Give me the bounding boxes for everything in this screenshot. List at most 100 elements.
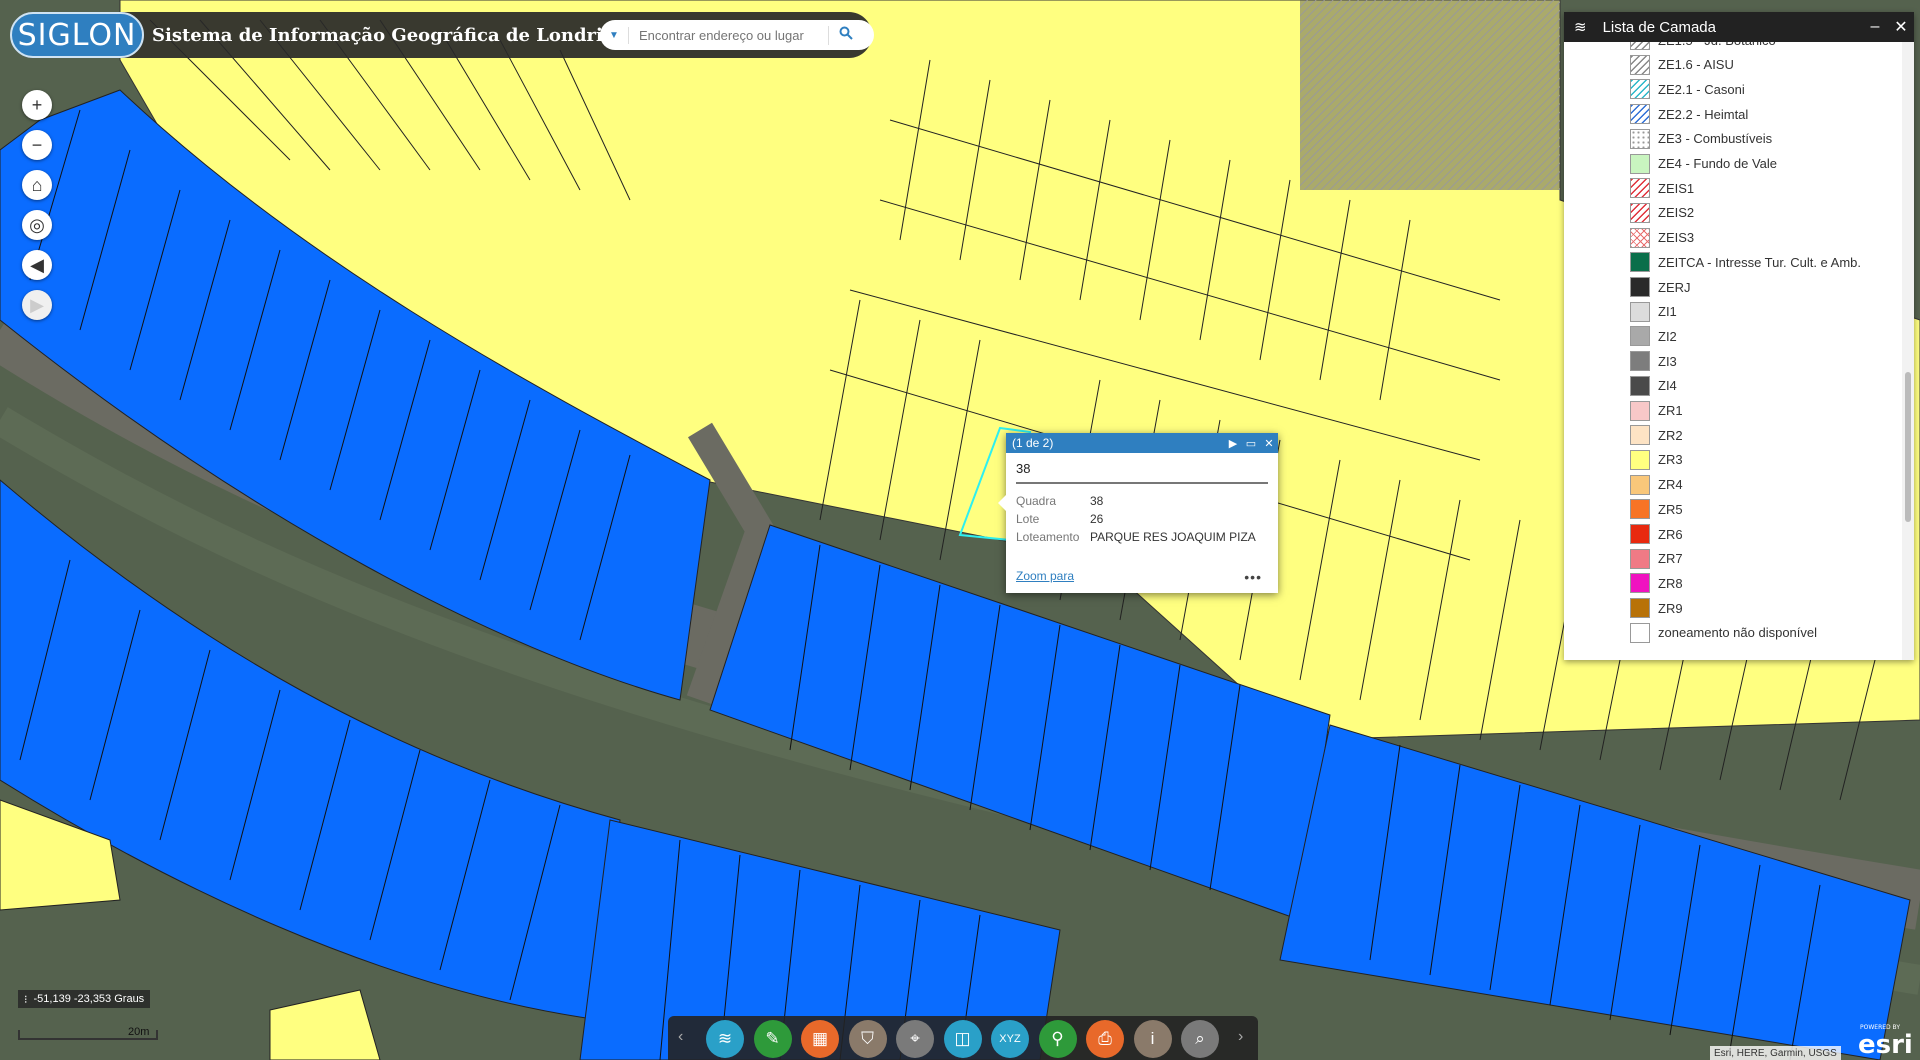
- layer-legend-item[interactable]: ZR7: [1630, 547, 1683, 571]
- coordinate-toggle-icon[interactable]: ⁝: [24, 993, 28, 1006]
- legend-swatch-icon: [1630, 178, 1650, 199]
- layer-legend-item[interactable]: ZI1: [1630, 300, 1677, 324]
- legend-swatch-icon: [1630, 252, 1650, 273]
- search-source-dropdown-icon[interactable]: ▼: [600, 30, 628, 41]
- measure-tool-button[interactable]: ✎: [753, 1020, 792, 1058]
- legend-label: ZE1.5 - Jd. Botânico: [1658, 42, 1776, 48]
- layer-legend-item[interactable]: ZI4: [1630, 374, 1677, 398]
- layer-list-title: Lista de Camada: [1602, 18, 1716, 36]
- query-tool-button[interactable]: ⌕: [1181, 1020, 1219, 1058]
- layer-legend-item[interactable]: ZE1.5 - Jd. Botânico: [1630, 42, 1776, 52]
- more-options-icon[interactable]: •••: [1244, 569, 1262, 585]
- legend-swatch-icon: [1630, 227, 1650, 248]
- xyz-icon: XYZ: [999, 1033, 1021, 1045]
- toolbar-prev-icon[interactable]: ‹: [678, 1028, 683, 1046]
- layer-legend-item[interactable]: ZR9: [1630, 596, 1683, 620]
- layer-legend-item[interactable]: ZI3: [1630, 349, 1677, 373]
- location-tool-button[interactable]: ⌖: [896, 1020, 934, 1058]
- legend-swatch-icon: [1630, 598, 1650, 619]
- legend-swatch-icon: [1630, 153, 1650, 174]
- attribute-key: Quadra: [1016, 494, 1057, 508]
- legend-label: ZEIS3: [1658, 230, 1695, 246]
- share-tool-button[interactable]: ⚲: [1038, 1020, 1077, 1058]
- legend-swatch-icon: [1630, 425, 1650, 446]
- zoom-to-link[interactable]: Zoom para: [1016, 569, 1074, 583]
- layers-icon: ≋: [1574, 19, 1587, 36]
- legend-label: ZEIS1: [1658, 180, 1695, 196]
- legend-label: ZE2.1 - Casoni: [1658, 81, 1745, 97]
- layer-legend-item[interactable]: ZR5: [1630, 497, 1683, 521]
- layer-legend-item[interactable]: ZI2: [1630, 324, 1677, 348]
- layer-legend-item[interactable]: ZEIS1: [1630, 176, 1694, 200]
- layer-legend-item[interactable]: ZEIS2: [1630, 201, 1694, 225]
- minimize-icon[interactable]: –: [1862, 18, 1888, 36]
- layer-legend-item[interactable]: ZR1: [1630, 399, 1683, 423]
- legend-label: ZI3: [1658, 353, 1677, 369]
- search-map-icon: ⌕: [1195, 1029, 1205, 1048]
- app-header: SIGLON Sistema de Informação Geográfica …: [10, 12, 874, 58]
- legend-label: ZR6: [1658, 526, 1683, 542]
- layer-legend-item[interactable]: ZEITCA - Intresse Tur. Cult. e Amb.: [1630, 250, 1861, 274]
- close-icon[interactable]: ✕: [1888, 17, 1914, 37]
- zoom-in-button[interactable]: +: [22, 90, 52, 120]
- layers-tool-button[interactable]: ≋: [706, 1020, 744, 1058]
- legend-swatch-icon: [1630, 104, 1650, 125]
- next-extent-button[interactable]: ▶: [22, 290, 52, 320]
- siglon-logo[interactable]: SIGLON: [10, 12, 144, 58]
- search-icon[interactable]: [828, 25, 862, 45]
- layer-list-panel: ≋ Lista de Camada – ✕ ZE1.5 - Jd. Botâni…: [1564, 12, 1914, 660]
- share-icon: ⚲: [1051, 1029, 1064, 1048]
- close-popup-icon[interactable]: ✕: [1260, 437, 1278, 450]
- layer-legend-item[interactable]: ZE1.6 - AISU: [1630, 53, 1734, 77]
- layer-legend-item[interactable]: ZR4: [1630, 473, 1683, 497]
- plus-icon: +: [31, 94, 43, 115]
- grid-icon: ▦: [811, 1029, 829, 1048]
- search-input[interactable]: [628, 26, 828, 44]
- layer-legend-item[interactable]: ZR6: [1630, 522, 1683, 546]
- swipe-tool-button[interactable]: ◫: [943, 1020, 982, 1058]
- locate-button[interactable]: ◎: [22, 210, 52, 240]
- info-tool-button[interactable]: i: [1133, 1020, 1172, 1058]
- layer-list-body: ZE1.5 - Jd. Botânico ZE1.6 - AISU ZE2.1 - …: [1564, 42, 1902, 660]
- legend-label: ZI4: [1658, 378, 1677, 394]
- legend-label: ZR2: [1658, 427, 1683, 443]
- layer-legend-item[interactable]: ZR3: [1630, 448, 1683, 472]
- legend-swatch-icon: [1630, 524, 1650, 544]
- filter-tool-button[interactable]: ⛉: [848, 1020, 887, 1058]
- legend-label: ZERJ: [1658, 279, 1691, 295]
- home-button[interactable]: ⌂: [22, 170, 52, 200]
- layer-legend-item[interactable]: ZEIS3: [1630, 226, 1694, 250]
- layer-legend-item[interactable]: ZE2.2 - Heimtal: [1630, 102, 1748, 126]
- esri-logo[interactable]: POWERED BY esri: [1856, 1024, 1920, 1060]
- basemap-tool-button[interactable]: ▦: [801, 1020, 839, 1058]
- pin-icon: ⌖: [910, 1029, 920, 1048]
- popup-pointer: [998, 495, 1006, 511]
- popup-title: 38: [1016, 461, 1268, 484]
- print-tool-button[interactable]: ⎙: [1086, 1020, 1124, 1058]
- layer-legend-item[interactable]: ZE3 - Combustíveis: [1630, 127, 1772, 151]
- legend-swatch-icon: [1630, 499, 1650, 520]
- layer-legend-item[interactable]: ZR8: [1630, 571, 1683, 595]
- legend-label: ZEITCA - Intresse Tur. Cult. e Amb.: [1658, 254, 1862, 270]
- legend-label: ZEIS2: [1658, 205, 1695, 221]
- maximize-icon[interactable]: ▭: [1242, 437, 1260, 450]
- coordinates-tool-button[interactable]: XYZ: [991, 1020, 1029, 1058]
- ruler-icon: ✎: [765, 1029, 780, 1048]
- layer-list-scrollbar[interactable]: [1902, 42, 1914, 660]
- layer-legend-item[interactable]: ZE2.1 - Casoni: [1630, 77, 1745, 101]
- toolbar-next-icon[interactable]: ›: [1238, 1028, 1243, 1046]
- attribute-value: 38: [1090, 494, 1104, 508]
- legend-swatch-icon: [1630, 277, 1650, 297]
- bottom-toolbar: ‹ › ≋ ✎ ▦ ⛉ ⌖ ◫ XYZ ⚲ ⎙ i ⌕: [668, 1016, 1258, 1060]
- next-feature-icon[interactable]: ▶: [1224, 437, 1242, 450]
- coordinate-readout[interactable]: ⁝ -51,139 -23,353 Graus: [18, 990, 151, 1008]
- scrollbar-thumb[interactable]: [1905, 372, 1911, 522]
- previous-extent-button[interactable]: ◀: [22, 250, 52, 280]
- legend-swatch-icon: [1630, 301, 1650, 322]
- zoom-out-button[interactable]: −: [22, 130, 52, 160]
- map-attribution[interactable]: Esri, HERE, Garmin, USGS: [1710, 1046, 1841, 1060]
- layer-legend-item[interactable]: ZR2: [1630, 423, 1683, 447]
- layer-legend-item[interactable]: ZE4 - Fundo de Vale: [1630, 152, 1777, 176]
- layer-legend-item[interactable]: ZERJ: [1630, 275, 1691, 299]
- layer-legend-item[interactable]: zoneamento não disponível: [1630, 621, 1817, 645]
